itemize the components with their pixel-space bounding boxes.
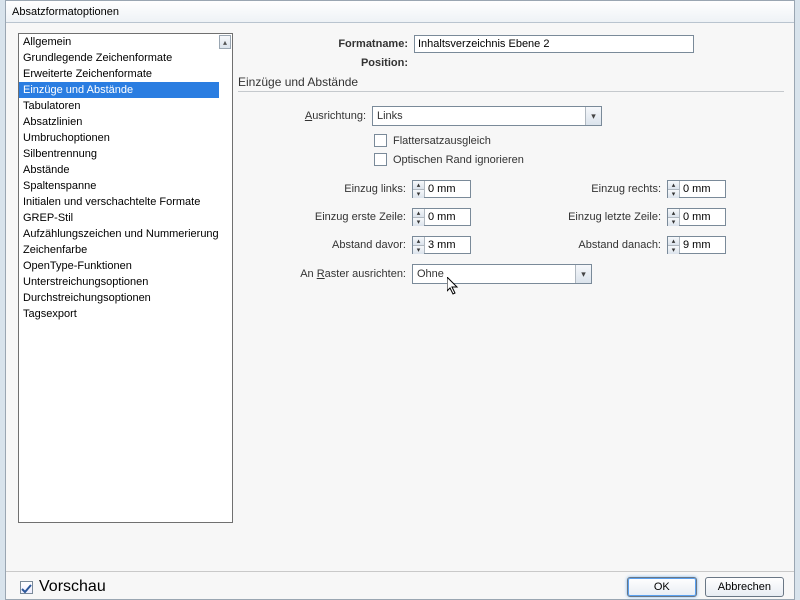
- spin-down-icon[interactable]: ▾: [668, 217, 679, 226]
- einzug-erste-label: Einzug erste Zeile:: [238, 211, 406, 223]
- vorschau-label: Vorschau: [39, 578, 106, 596]
- ausrichtung-label: Ausrichtung:: [238, 110, 366, 122]
- sidebar: ▴ Allgemein Grundlegende Zeichenformate …: [6, 23, 232, 571]
- main-panel: Formatname: Position: Einzüge und Abstän…: [232, 23, 794, 571]
- dialog-footer: Vorschau OK Abbrechen: [6, 571, 794, 599]
- sidebar-item-label: Unterstreichungsoptionen: [23, 276, 148, 288]
- sidebar-item-grund-zeichen[interactable]: Grundlegende Zeichenformate: [19, 50, 219, 66]
- sidebar-item-abstaende[interactable]: Abstände: [19, 162, 219, 178]
- formatname-label: Formatname:: [238, 38, 408, 50]
- einzug-letzte-spin[interactable]: ▴▾: [667, 208, 726, 226]
- spin-up-icon[interactable]: ▴: [668, 209, 679, 217]
- sidebar-item-label: Durchstreichungsoptionen: [23, 292, 151, 304]
- sidebar-item-zeichenfarbe[interactable]: Zeichenfarbe: [19, 242, 219, 258]
- sidebar-item-opentype[interactable]: OpenType-Funktionen: [19, 258, 219, 274]
- sidebar-item-grep-stil[interactable]: GREP-Stil: [19, 210, 219, 226]
- einzug-erste-spin[interactable]: ▴▾: [412, 208, 471, 226]
- vorschau-checkbox[interactable]: Vorschau: [20, 578, 106, 596]
- sidebar-item-label: Initialen und verschachtelte Formate: [23, 196, 200, 208]
- sidebar-item-tagsexport[interactable]: Tagsexport: [19, 306, 219, 322]
- checkbox-icon: [374, 153, 387, 166]
- spin-down-icon[interactable]: ▾: [668, 245, 679, 254]
- sidebar-item-label: Abstände: [23, 164, 69, 176]
- spin-up-icon[interactable]: ▴: [413, 237, 424, 245]
- sidebar-item-label: Zeichenfarbe: [23, 244, 87, 256]
- chevron-down-icon: ▾: [585, 107, 601, 125]
- checkbox-icon: [20, 581, 33, 594]
- sidebar-item-label: Umbruchoptionen: [23, 132, 110, 144]
- sidebar-item-tabulatoren[interactable]: Tabulatoren: [19, 98, 219, 114]
- sidebar-item-durchstreichung[interactable]: Durchstreichungsoptionen: [19, 290, 219, 306]
- einzug-rechts-label: Einzug rechts:: [471, 183, 661, 195]
- sidebar-item-label: Silbentrennung: [23, 148, 97, 160]
- window-title: Absatzformatoptionen: [12, 6, 119, 18]
- spin-down-icon[interactable]: ▾: [413, 217, 424, 226]
- flattersatz-checkbox[interactable]: Flattersatzausgleich: [374, 134, 491, 147]
- sidebar-item-label: OpenType-Funktionen: [23, 260, 132, 272]
- sidebar-item-allgemein[interactable]: Allgemein: [19, 34, 219, 50]
- einzug-links-label: Einzug links:: [238, 183, 406, 195]
- optischer-rand-checkbox[interactable]: Optischen Rand ignorieren: [374, 153, 524, 166]
- sidebar-item-label: Absatzlinien: [23, 116, 82, 128]
- einzug-links-input[interactable]: [425, 181, 470, 197]
- ok-button[interactable]: OK: [627, 577, 697, 597]
- spin-up-icon[interactable]: ▴: [668, 237, 679, 245]
- sidebar-item-aufzaehlung[interactable]: Aufzählungszeichen und Nummerierung: [19, 226, 219, 242]
- spin-up-icon[interactable]: ▴: [668, 181, 679, 189]
- spin-down-icon[interactable]: ▾: [413, 189, 424, 198]
- abstand-danach-spin[interactable]: ▴▾: [667, 236, 726, 254]
- sidebar-item-label: Tagsexport: [23, 308, 77, 320]
- sidebar-item-einzuege-abstaende[interactable]: Einzüge und Abstände: [19, 82, 219, 98]
- sidebar-item-label: Erweiterte Zeichenformate: [23, 68, 152, 80]
- sidebar-item-umbruchoptionen[interactable]: Umbruchoptionen: [19, 130, 219, 146]
- sidebar-item-absatzlinien[interactable]: Absatzlinien: [19, 114, 219, 130]
- section-title: Einzüge und Abstände: [238, 75, 784, 89]
- scroll-up-icon[interactable]: ▴: [219, 35, 231, 49]
- sidebar-item-label: Einzüge und Abstände: [23, 84, 133, 96]
- sidebar-item-unterstreichung[interactable]: Unterstreichungsoptionen: [19, 274, 219, 290]
- flattersatz-label: Flattersatzausgleich: [393, 135, 491, 147]
- einzug-rechts-spin[interactable]: ▴▾: [667, 180, 726, 198]
- spin-up-icon[interactable]: ▴: [413, 181, 424, 189]
- category-listbox[interactable]: ▴ Allgemein Grundlegende Zeichenformate …: [18, 33, 233, 523]
- optischer-rand-label: Optischen Rand ignorieren: [393, 154, 524, 166]
- checkbox-icon: [374, 134, 387, 147]
- abstand-davor-label: Abstand davor:: [238, 239, 406, 251]
- sidebar-item-initialen[interactable]: Initialen und verschachtelte Formate: [19, 194, 219, 210]
- sidebar-item-label: Aufzählungszeichen und Nummerierung: [23, 228, 219, 240]
- abstand-danach-input[interactable]: [680, 237, 725, 253]
- einzug-letzte-input[interactable]: [680, 209, 725, 225]
- sidebar-item-label: Spaltenspanne: [23, 180, 96, 192]
- ausrichtung-combo[interactable]: Links ▾: [372, 106, 602, 126]
- abstand-davor-input[interactable]: [425, 237, 470, 253]
- section-divider: [238, 91, 784, 92]
- check-icon: [21, 584, 32, 595]
- sidebar-item-label: Grundlegende Zeichenformate: [23, 52, 172, 64]
- raster-value: Ohne: [413, 268, 575, 280]
- sidebar-item-label: GREP-Stil: [23, 212, 73, 224]
- position-label: Position:: [238, 57, 408, 69]
- spin-up-icon[interactable]: ▴: [413, 209, 424, 217]
- titlebar: Absatzformatoptionen: [6, 1, 794, 23]
- einzug-rechts-input[interactable]: [680, 181, 725, 197]
- raster-combo[interactable]: Ohne ▾: [412, 264, 592, 284]
- sidebar-item-spaltenspanne[interactable]: Spaltenspanne: [19, 178, 219, 194]
- einzug-letzte-label: Einzug letzte Zeile:: [471, 211, 661, 223]
- dialog-window: Absatzformatoptionen ▴ Allgemein Grundle…: [5, 0, 795, 600]
- chevron-down-icon: ▾: [575, 265, 591, 283]
- spin-down-icon[interactable]: ▾: [668, 189, 679, 198]
- sidebar-item-label: Tabulatoren: [23, 100, 81, 112]
- ausrichtung-value: Links: [373, 110, 585, 122]
- sidebar-item-silbentrennung[interactable]: Silbentrennung: [19, 146, 219, 162]
- einzug-links-spin[interactable]: ▴▾: [412, 180, 471, 198]
- spin-down-icon[interactable]: ▾: [413, 245, 424, 254]
- abstand-danach-label: Abstand danach:: [471, 239, 661, 251]
- einzug-erste-input[interactable]: [425, 209, 470, 225]
- formatname-input[interactable]: [414, 35, 694, 53]
- cancel-button[interactable]: Abbrechen: [705, 577, 784, 597]
- abstand-davor-spin[interactable]: ▴▾: [412, 236, 471, 254]
- sidebar-item-label: Allgemein: [23, 36, 71, 48]
- raster-label: An Raster ausrichten:: [238, 268, 406, 280]
- sidebar-item-erw-zeichen[interactable]: Erweiterte Zeichenformate: [19, 66, 219, 82]
